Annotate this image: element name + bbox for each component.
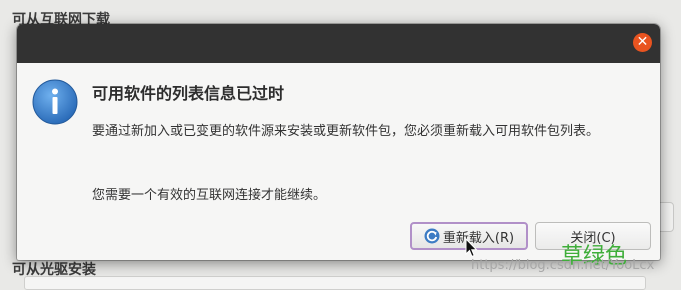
dialog-heading: 可用软件的列表信息已过时	[92, 84, 285, 103]
mouse-pointer-icon	[465, 238, 478, 258]
info-icon	[32, 79, 78, 125]
dialog-titlebar: ✕	[17, 24, 660, 63]
outdated-info-dialog: ✕ 可用软件的列表信息已过时 要通过新加入或已变更的软件源来安装或更新软件包，您…	[17, 24, 660, 260]
dialog-message-connection: 您需要一个有效的互联网连接才能继续。	[92, 188, 327, 203]
dialog-message: 要通过新加入或已变更的软件源来安装或更新软件包，您必须重新载入可用软件包列表。	[92, 124, 600, 139]
close-icon: ✕	[636, 34, 649, 50]
close-window-button[interactable]: ✕	[633, 33, 652, 52]
reload-icon	[424, 228, 440, 244]
background-field	[24, 276, 646, 290]
watermark-url: https://blog.csdn.net/YooLcx	[471, 258, 655, 273]
